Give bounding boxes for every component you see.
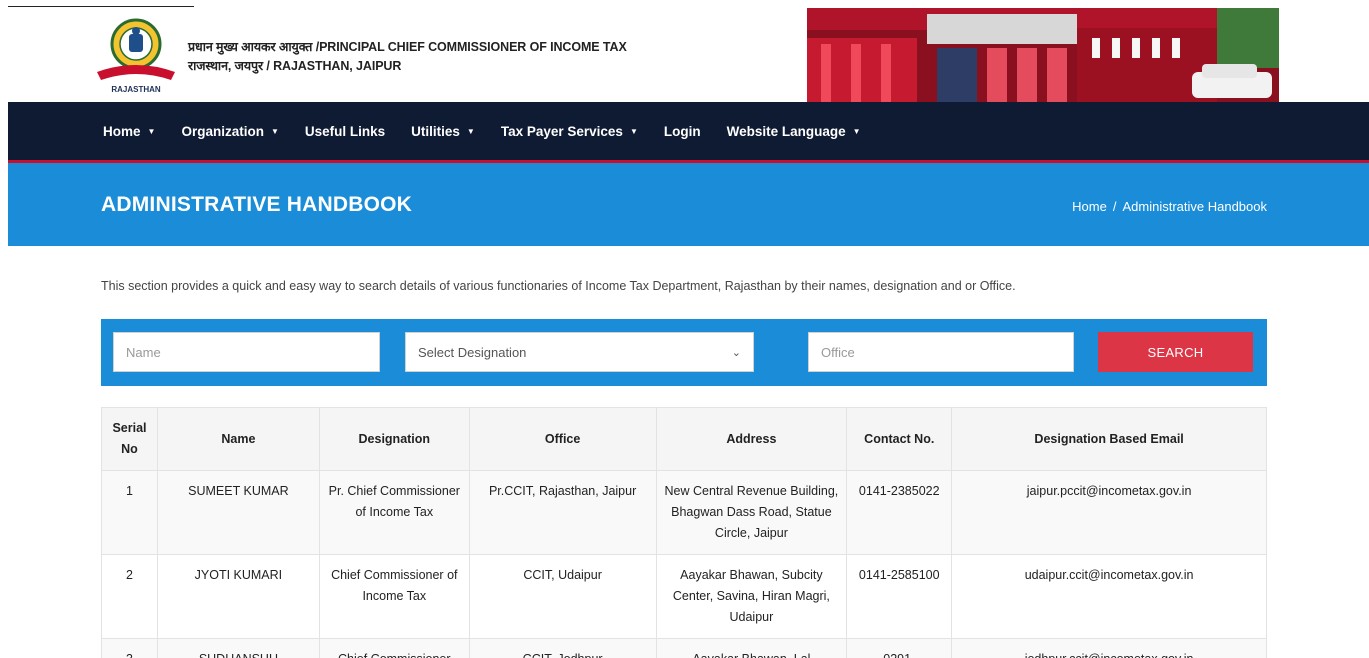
cell-contact: 0141-2585100: [846, 554, 953, 639]
cell-serial: 3: [101, 638, 158, 658]
name-search-input[interactable]: Name: [113, 332, 380, 372]
cell-address: Aayakar Bhawan, Subcity Center, Savina, …: [655, 554, 848, 639]
nav-item-login[interactable]: Login: [664, 124, 701, 139]
cell-office: CCIT, Udaipur: [468, 554, 657, 639]
page-title: ADMINISTRATIVE HANDBOOK: [101, 193, 413, 216]
department-emblem[interactable]: RAJASTHAN: [93, 14, 179, 96]
cell-email[interactable]: jodhpur.ccit@incometax.gov.in: [951, 638, 1267, 658]
cell-name: JYOTI KUMARI: [156, 554, 320, 639]
breadcrumb-home-link[interactable]: Home: [1072, 199, 1107, 214]
cell-address: Aayakar Bhawan, Lal: [655, 638, 848, 658]
site-header: RAJASTHAN प्रधान मुख्य आयकर आयुक्त /PRIN…: [8, 8, 1369, 102]
header-serial-no: Serial No: [101, 407, 158, 471]
header-office: Office: [468, 407, 657, 471]
cell-name: SUMEET KUMAR: [156, 470, 320, 555]
caret-down-icon: ▼: [466, 126, 475, 136]
nav-item-useful-links[interactable]: Useful Links: [305, 124, 385, 139]
intro-text: This section provides a quick and easy w…: [101, 279, 1016, 293]
svg-text:RAJASTHAN: RAJASTHAN: [111, 85, 161, 94]
cell-contact: 0291-: [846, 638, 953, 658]
title-line-1: प्रधान मुख्य आयकर आयुक्त /PRINCIPAL CHIE…: [188, 40, 627, 54]
cell-address: New Central Revenue Building, Bhagwan Da…: [655, 470, 848, 555]
nav-item-utilities[interactable]: Utilities ▼: [411, 124, 475, 139]
cell-designation: Pr. Chief Commissioner of Income Tax: [318, 470, 470, 555]
top-divider: [8, 6, 194, 7]
cell-name: SUDHANSHU: [156, 638, 320, 658]
nav-menu: Home ▼ Organization ▼ Useful Links Utiliti…: [103, 102, 887, 160]
breadcrumb-current: Administrative Handbook: [1122, 199, 1267, 214]
header-contact: Contact No.: [846, 407, 953, 471]
table-row: 1 SUMEET KUMAR Pr. Chief Commissioner of…: [101, 470, 1267, 555]
designation-select[interactable]: Select Designation ⌄: [405, 332, 754, 372]
header-address: Address: [655, 407, 848, 471]
breadcrumb-separator: /: [1112, 199, 1117, 214]
functionaries-table: Serial No Name Designation Office Addres…: [101, 407, 1267, 658]
cell-serial: 2: [101, 554, 158, 639]
cell-office: CCIT, Jodhpur: [468, 638, 657, 658]
header-designation: Designation: [318, 407, 470, 471]
cell-serial: 1: [101, 470, 158, 555]
nav-item-organization[interactable]: Organization ▼: [181, 124, 278, 139]
header-name: Name: [156, 407, 320, 471]
caret-down-icon: ▼: [629, 126, 638, 136]
cell-email[interactable]: udaipur.ccit@incometax.gov.in: [951, 554, 1267, 639]
cell-office: Pr.CCIT, Rajasthan, Jaipur: [468, 470, 657, 555]
page-title-bar: ADMINISTRATIVE HANDBOOK Home / Administrat…: [8, 163, 1369, 246]
header-email: Designation Based Email: [951, 407, 1267, 471]
chevron-down-icon: ⌄: [731, 346, 741, 359]
cell-contact: 0141-2385022: [846, 470, 953, 555]
designation-select-value: Select Designation: [418, 344, 527, 360]
nav-item-tax-payer-services[interactable]: Tax Payer Services ▼: [501, 124, 638, 139]
cell-designation: Chief Commissioner: [318, 638, 470, 658]
department-title: प्रधान मुख्य आयकर आयुक्त /PRINCIPAL CHIE…: [188, 38, 627, 76]
table-header-row: Serial No Name Designation Office Addres…: [101, 407, 1267, 471]
cell-designation: Chief Commissioner of Income Tax: [318, 554, 470, 639]
office-search-input[interactable]: Office: [808, 332, 1074, 372]
table-row: 3 SUDHANSHU Chief Commissioner CCIT, Jod…: [101, 638, 1267, 658]
caret-down-icon: ▼: [147, 126, 156, 136]
table-row: 2 JYOTI KUMARI Chief Commissioner of Inc…: [101, 554, 1267, 639]
caret-down-icon: ▼: [270, 126, 279, 136]
search-panel: Name Select Designation ⌄ Office SEARCH: [101, 319, 1267, 386]
title-line-2: राजस्थान, जयपुर / RAJASTHAN, JAIPUR: [188, 59, 402, 73]
nav-item-home[interactable]: Home ▼: [103, 124, 155, 139]
main-navigation: Home ▼ Organization ▼ Useful Links Utiliti…: [8, 102, 1369, 160]
search-button[interactable]: SEARCH: [1098, 332, 1253, 372]
breadcrumb: Home / Administrative Handbook: [1072, 199, 1267, 214]
cell-email[interactable]: jaipur.pccit@incometax.gov.in: [951, 470, 1267, 555]
caret-down-icon: ▼: [852, 126, 861, 136]
nav-item-website-language[interactable]: Website Language ▼: [727, 124, 861, 139]
building-banner-image: [807, 8, 1279, 102]
